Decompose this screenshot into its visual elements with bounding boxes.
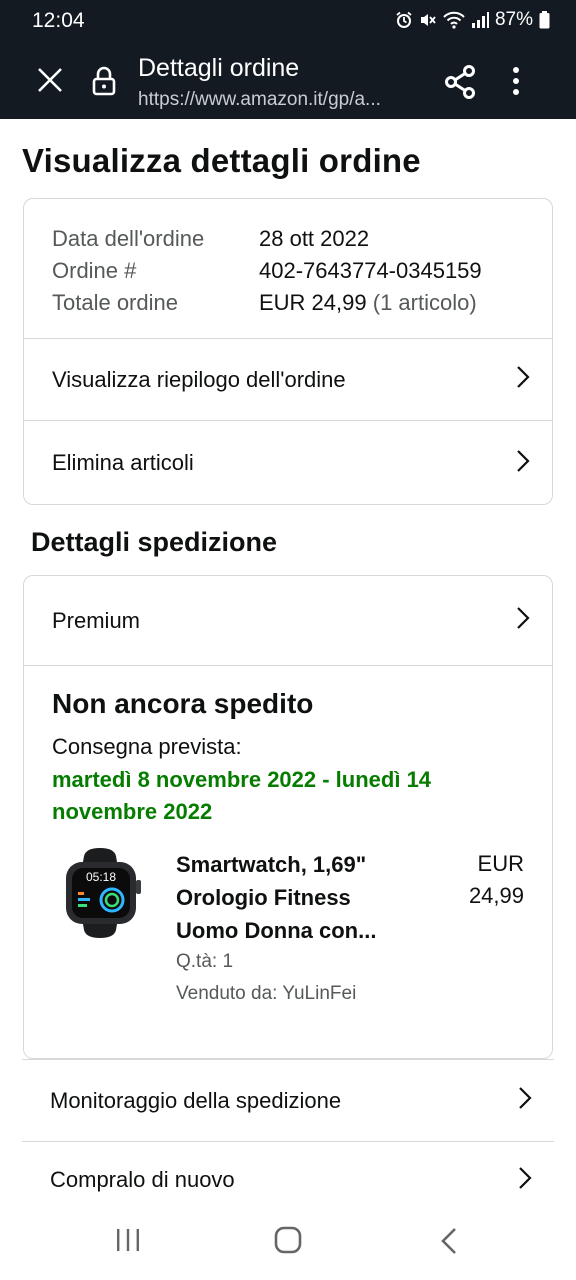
order-number-value: 402-7643774-0345159 <box>259 258 482 283</box>
product-title[interactable]: Smartwatch, 1,69" Orologio Fitness Uomo … <box>176 848 406 947</box>
shipment-card: Premium Non ancora spedito Consegna prev… <box>23 575 553 1059</box>
close-icon[interactable] <box>36 66 64 99</box>
browser-url[interactable]: https://www.amazon.it/gp/a... <box>138 89 418 111</box>
shipment-status: Non ancora spedito <box>52 688 314 719</box>
order-item-count: (1 articolo) <box>372 290 477 315</box>
product-quantity: Q.tà: 1 <box>176 951 234 972</box>
product-price: EUR 24,99 <box>444 848 524 912</box>
status-bar: 12:04 87% <box>0 0 576 42</box>
product-seller: Venduto da: YuLinFei <box>176 983 357 1004</box>
track-shipment-label: Monitoraggio della spedizione <box>50 1087 342 1113</box>
remove-items-label: Elimina articoli <box>52 450 194 475</box>
status-time: 12:04 <box>32 9 85 32</box>
chevron-right-icon <box>516 365 530 394</box>
product-image[interactable]: 05:18 <box>60 848 142 943</box>
order-summary-card: Data dell'ordine 28 ott 2022 Ordine # 40… <box>23 198 553 505</box>
home-icon[interactable] <box>274 1226 302 1259</box>
battery-icon <box>539 11 550 29</box>
divider <box>24 665 552 666</box>
shipping-method-link[interactable]: Premium <box>24 576 552 665</box>
system-navigation-bar <box>0 1208 576 1280</box>
order-date-value: 28 ott 2022 <box>259 226 370 251</box>
alarm-icon <box>395 11 413 29</box>
order-total-value: EUR 24,99 (1 articolo) <box>259 287 477 319</box>
view-order-summary-link[interactable]: Visualizza riepilogo dell'ordine <box>24 339 552 420</box>
view-order-summary-label: Visualizza riepilogo dell'ordine <box>52 366 346 392</box>
buy-again-link[interactable]: Compralo di nuovo <box>22 1142 554 1218</box>
order-number-label: Ordine # <box>52 258 137 283</box>
track-shipment-link[interactable]: Monitoraggio della spedizione <box>22 1060 554 1141</box>
shipping-method-label: Premium <box>52 607 141 633</box>
share-icon[interactable] <box>444 65 476 104</box>
section-title-shipment: Dettagli spedizione <box>31 527 278 557</box>
delivery-estimate-date: martedì 8 novembre 2022 - lunedì 14 nove… <box>52 767 432 824</box>
lock-icon[interactable] <box>92 66 116 101</box>
battery-level: 87% <box>494 9 533 30</box>
signal-icon <box>471 11 489 29</box>
chevron-right-icon <box>516 606 530 635</box>
product-price-currency: EUR <box>477 851 524 876</box>
order-number-row: Ordine # 402-7643774-0345159 <box>52 255 482 287</box>
order-date-label: Data dell'ordine <box>52 226 205 251</box>
mute-icon <box>419 11 437 29</box>
remove-items-link[interactable]: Elimina articoli <box>24 421 552 504</box>
chevron-right-icon <box>516 449 530 478</box>
chevron-right-icon <box>518 1166 532 1195</box>
wifi-icon <box>443 11 465 29</box>
more-icon[interactable] <box>512 66 520 101</box>
order-total-row: Totale ordine EUR 24,99 (1 articolo) <box>52 287 482 319</box>
back-icon[interactable] <box>440 1227 458 1260</box>
product-price-amount: 24,99 <box>468 883 524 908</box>
order-date-row: Data dell'ordine 28 ott 2022 <box>52 223 482 255</box>
browser-page-title[interactable]: Dettagli ordine <box>138 54 299 83</box>
order-total-amount: EUR 24,99 <box>259 290 367 315</box>
recent-apps-icon[interactable] <box>115 1228 141 1257</box>
order-total-label: Totale ordine <box>52 290 178 315</box>
delivery-estimate-label: Consegna prevista: <box>52 734 242 759</box>
status-icons: 87% <box>395 9 550 31</box>
chevron-right-icon <box>518 1086 532 1115</box>
watch-time: 05:18 <box>86 870 116 884</box>
order-info: Data dell'ordine 28 ott 2022 Ordine # 40… <box>52 223 482 319</box>
buy-again-label: Compralo di nuovo <box>50 1167 235 1192</box>
browser-toolbar: Dettagli ordine https://www.amazon.it/gp… <box>0 42 576 119</box>
page-title: Visualizza dettagli ordine <box>22 142 421 179</box>
